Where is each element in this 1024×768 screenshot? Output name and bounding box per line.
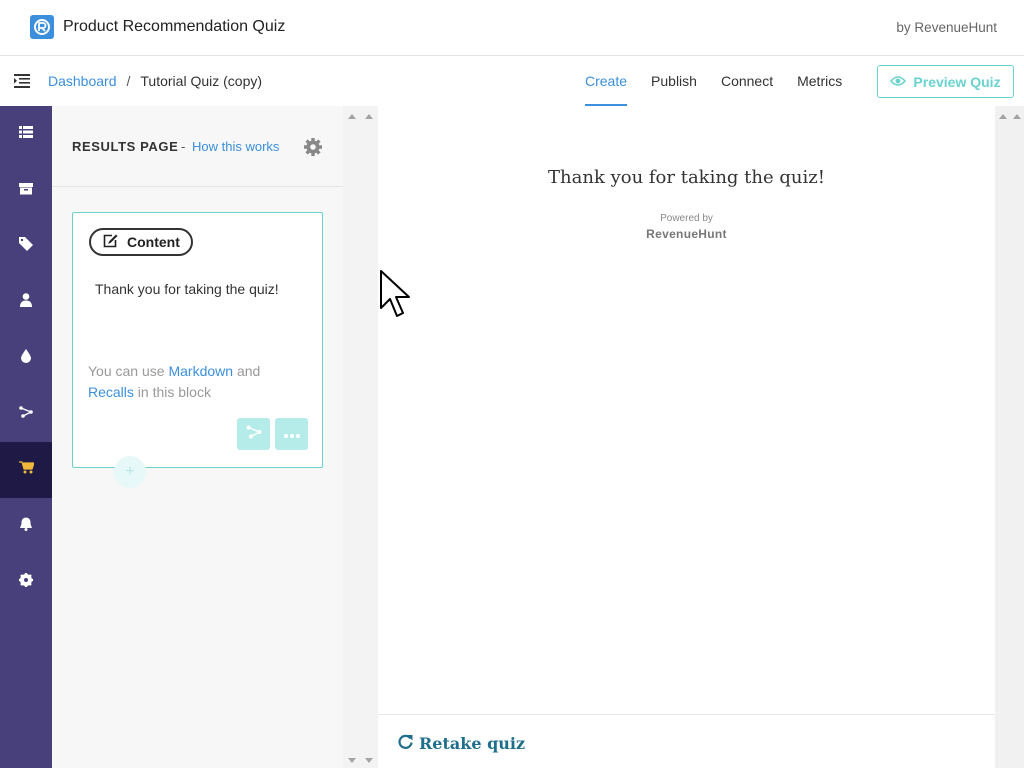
- markdown-link[interactable]: Markdown: [168, 363, 233, 379]
- scroll-up-arrow-icon[interactable]: [1013, 114, 1021, 119]
- ellipsis-icon: [283, 425, 300, 443]
- thank-you-heading: Thank you for taking the quiz!: [548, 167, 825, 188]
- menu-toggle-icon[interactable]: [14, 73, 32, 89]
- content-type-pill[interactable]: Content: [89, 228, 193, 256]
- tag-icon: [19, 236, 33, 256]
- tab-publish[interactable]: Publish: [651, 56, 697, 106]
- scroll-up-arrow-icon[interactable]: [348, 114, 356, 119]
- retake-quiz-button[interactable]: Retake quiz: [398, 734, 525, 753]
- settings-gear-icon[interactable]: [303, 137, 323, 157]
- plus-icon: +: [125, 463, 135, 480]
- sidebar-item-settings[interactable]: [0, 554, 52, 610]
- tab-create[interactable]: Create: [585, 56, 628, 106]
- main-tabs: Create Publish Connect Metrics: [585, 56, 866, 106]
- content-block-card[interactable]: Content Thank you for taking the quiz! Y…: [72, 212, 323, 468]
- app-title: Product Recommendation Quiz: [63, 18, 286, 35]
- box-icon: [19, 181, 33, 200]
- preview-scrollbar[interactable]: [995, 106, 1024, 768]
- section-dash: -: [181, 139, 186, 154]
- flow-icon: [19, 405, 33, 423]
- user-icon: [20, 292, 32, 312]
- vendor-label: by RevenueHunt: [896, 20, 997, 35]
- scroll-down-arrow-icon[interactable]: [348, 758, 356, 763]
- recalls-link[interactable]: Recalls: [88, 384, 134, 400]
- breadcrumb: Dashboard / Tutorial Quiz (copy): [48, 73, 262, 89]
- content-text[interactable]: Thank you for taking the quiz!: [95, 281, 279, 297]
- hint-prefix: You can use: [88, 363, 165, 379]
- cart-icon: [18, 461, 35, 479]
- section-title: RESULTS PAGE: [72, 139, 179, 154]
- editor-header: RESULTS PAGE - How this works: [52, 106, 343, 187]
- preview-quiz-label: Preview Quiz: [913, 73, 1001, 90]
- content-pill-label: Content: [127, 234, 180, 250]
- bell-icon: [20, 517, 32, 536]
- edit-icon: [103, 234, 118, 251]
- gear-icon: [19, 572, 33, 592]
- tab-connect[interactable]: Connect: [721, 56, 773, 106]
- left-sidebar: [0, 106, 52, 768]
- powered-by-label: Powered by: [660, 213, 713, 224]
- how-this-works-link[interactable]: How this works: [192, 139, 279, 154]
- scroll-up-arrow-icon[interactable]: [365, 114, 373, 119]
- sidebar-item-results[interactable]: [0, 442, 52, 498]
- hint-and: and: [236, 363, 261, 379]
- sidebar-item-list[interactable]: [0, 106, 52, 162]
- hint-suffix: in this block: [137, 384, 211, 400]
- scroll-down-arrow-icon[interactable]: [365, 758, 373, 763]
- breadcrumb-separator: /: [126, 73, 131, 89]
- retake-quiz-label: Retake quiz: [419, 734, 526, 753]
- mouse-cursor-icon: [380, 270, 412, 323]
- breadcrumb-current: Tutorial Quiz (copy): [140, 73, 263, 89]
- nav-bar: Dashboard / Tutorial Quiz (copy) Create Pu…: [0, 56, 1024, 106]
- breadcrumb-dashboard-link[interactable]: Dashboard: [48, 73, 117, 89]
- sidebar-item-tags[interactable]: [0, 218, 52, 274]
- add-block-button[interactable]: +: [114, 456, 146, 488]
- sidebar-item-users[interactable]: [0, 274, 52, 330]
- sidebar-item-design[interactable]: [0, 330, 52, 386]
- app-logo-icon: [30, 15, 54, 39]
- powered-by-brand[interactable]: RevenueHunt: [378, 227, 995, 241]
- logic-flow-button[interactable]: [237, 418, 270, 450]
- sidebar-item-products[interactable]: [0, 162, 52, 218]
- sidebar-item-notifications[interactable]: [0, 498, 52, 554]
- content-hint: You can use Markdown and Recalls in this…: [88, 361, 288, 403]
- preview-quiz-button[interactable]: Preview Quiz: [877, 65, 1014, 98]
- tab-metrics[interactable]: Metrics: [797, 56, 842, 106]
- top-bar: Product Recommendation Quiz by RevenueHu…: [0, 0, 1024, 56]
- quiz-preview: Thank you for taking the quiz! Powered b…: [378, 106, 995, 768]
- preview-footer: Retake quiz: [378, 714, 995, 768]
- editor-scrollbar[interactable]: [343, 106, 378, 768]
- refresh-icon: [398, 734, 413, 753]
- scroll-up-arrow-icon[interactable]: [999, 114, 1007, 119]
- eye-icon: [890, 74, 907, 90]
- list-icon: [19, 125, 33, 143]
- more-options-button[interactable]: [275, 418, 308, 450]
- flow-icon: [246, 425, 262, 444]
- drop-icon: [21, 348, 31, 368]
- sidebar-item-flow[interactable]: [0, 386, 52, 442]
- editor-panel: RESULTS PAGE - How this works Content Th…: [52, 106, 343, 768]
